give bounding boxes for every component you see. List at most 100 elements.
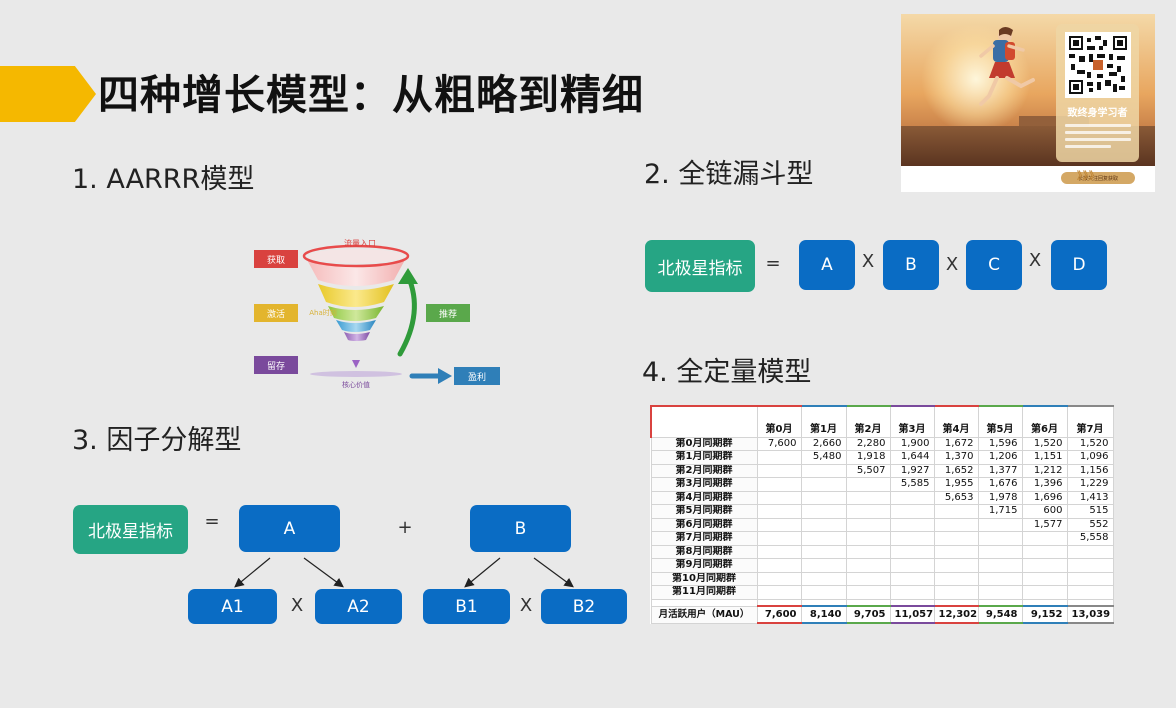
table-column-header: 第4月: [933, 405, 979, 438]
table-cell: [800, 598, 847, 607]
table-cell: 1,900: [889, 436, 935, 451]
table-total-cell: 11,057: [889, 605, 935, 624]
multiply-sign: X: [290, 595, 304, 616]
table-cell: [1021, 585, 1068, 600]
stage-acquisition-label: 获取: [254, 250, 298, 268]
table-cell: [845, 585, 891, 600]
table-cell: 5,507: [845, 463, 891, 478]
table-cell: [756, 558, 802, 573]
table-cell: [800, 517, 847, 532]
table-cell: [933, 598, 979, 607]
table-cell: 1,212: [1021, 463, 1068, 478]
qr-code-icon[interactable]: [1064, 32, 1131, 98]
table-cell: 1,644: [889, 450, 935, 465]
table-cell: [756, 517, 802, 532]
table-row-header: 第5月同期群: [650, 504, 758, 519]
table-row-header: 第4月同期群: [650, 490, 758, 505]
table-total-cell: 8,140: [800, 605, 847, 624]
table-row: 第5月同期群 1,715 600 515: [650, 504, 1114, 519]
table-cell: [889, 531, 935, 546]
table-cell: [845, 598, 891, 607]
table-cell: 1,151: [1021, 450, 1068, 465]
table-cell: [756, 544, 802, 559]
stage-retention-label: 留存: [254, 356, 298, 374]
table-cell: 1,955: [933, 477, 979, 492]
table-row-header: 第10月同期群: [650, 571, 758, 586]
table-cell: [845, 517, 891, 532]
table-row: 第6月同期群 1,577 552: [650, 517, 1114, 532]
table-cell: [889, 517, 935, 532]
table-cell: 1,715: [977, 504, 1023, 519]
table-row-header: 第7月同期群: [650, 531, 758, 546]
table-cell: 1,978: [977, 490, 1023, 505]
north-star-metric-box: 北极星指标: [73, 505, 188, 554]
table-cell: 1,229: [1066, 477, 1114, 492]
table-cell: [756, 585, 802, 600]
table-cell: [756, 450, 802, 465]
table-cell: [800, 490, 847, 505]
table-cell: 1,413: [1066, 490, 1114, 505]
equals-sign: =: [204, 511, 220, 532]
section2-title: 2. 全链漏斗型: [644, 159, 814, 190]
table-row-header: 第1月同期群: [650, 450, 758, 465]
table-row: 第3月同期群 5,585 1,955 1,676 1,396 1,229: [650, 477, 1114, 492]
funnel-core-label: 核心价值: [342, 381, 370, 389]
table-cell: [845, 531, 891, 546]
table-corner-cell: [650, 405, 758, 438]
table-spacer-row: [650, 598, 1114, 607]
table-total-cell: 12,302: [933, 605, 979, 624]
decomposition-arrows: [234, 557, 574, 588]
table-cell: [889, 598, 935, 607]
table-cell: [845, 504, 891, 519]
table-row-header: 第3月同期群: [650, 477, 758, 492]
stage-activation-label: 激活: [254, 304, 298, 322]
table-cell: [1021, 558, 1068, 573]
table-cell: [1021, 571, 1068, 586]
table-cell: 5,480: [800, 450, 847, 465]
table-cell: [1066, 558, 1114, 573]
table-cell: [889, 504, 935, 519]
table-column-header: 第7月: [1066, 405, 1114, 438]
section4-title: 4. 全定量模型: [642, 357, 812, 388]
table-cell: [977, 598, 1023, 607]
table-cell: [1066, 585, 1114, 600]
table-cell: 1,370: [933, 450, 979, 465]
funnel-aha-label: Aha时刻: [309, 309, 337, 317]
table-cell: [800, 463, 847, 478]
table-column-header: 第1月: [800, 405, 847, 438]
table-row-header: 第8月同期群: [650, 544, 758, 559]
table-cell: [650, 598, 758, 607]
table-cell: [756, 598, 802, 607]
table-cell: [800, 558, 847, 573]
table-row: 第0月同期群 7,600 2,660 2,280 1,900 1,672 1,596 1,52…: [650, 436, 1114, 451]
table-cell: [800, 531, 847, 546]
table-cell: 1,156: [1066, 463, 1114, 478]
table-cell: [845, 544, 891, 559]
table-cell: [845, 571, 891, 586]
table-cell: [1021, 598, 1068, 607]
table-header-row: 第0月 第1月 第2月 第3月 第4月 第5月 第6月 第7月: [650, 405, 1114, 438]
table-cell: 1,206: [977, 450, 1023, 465]
table-row: 第1月同期群 5,480 1,918 1,644 1,370 1,206 1,151 1,09…: [650, 450, 1114, 465]
factor-b2-box: B2: [541, 589, 627, 624]
table-total-cell: 9,548: [977, 605, 1023, 624]
promo-banner[interactable]: 致终身学习者 长按关注回复获取 》》》: [901, 14, 1155, 192]
table-cell: 1,396: [1021, 477, 1068, 492]
table-cell: 1,520: [1021, 436, 1068, 451]
table-cell: 1,696: [1021, 490, 1068, 505]
table-row-header: 第11月同期群: [650, 585, 758, 600]
table-cell: [889, 558, 935, 573]
table-cell: [1021, 544, 1068, 559]
table-cell: [800, 585, 847, 600]
table-total-label: 月活跃用户（MAU）: [650, 605, 758, 624]
table-cell: 1,676: [977, 477, 1023, 492]
table-cell: [933, 558, 979, 573]
table-cell: [756, 490, 802, 505]
table-cell: [977, 558, 1023, 573]
table-column-header: 第0月: [756, 405, 802, 438]
table-cell: [977, 544, 1023, 559]
multiply-sign: X: [861, 251, 875, 272]
table-row-header: 第6月同期群: [650, 517, 758, 532]
table-cell: 1,096: [1066, 450, 1114, 465]
factor-a-box: A: [239, 505, 340, 552]
